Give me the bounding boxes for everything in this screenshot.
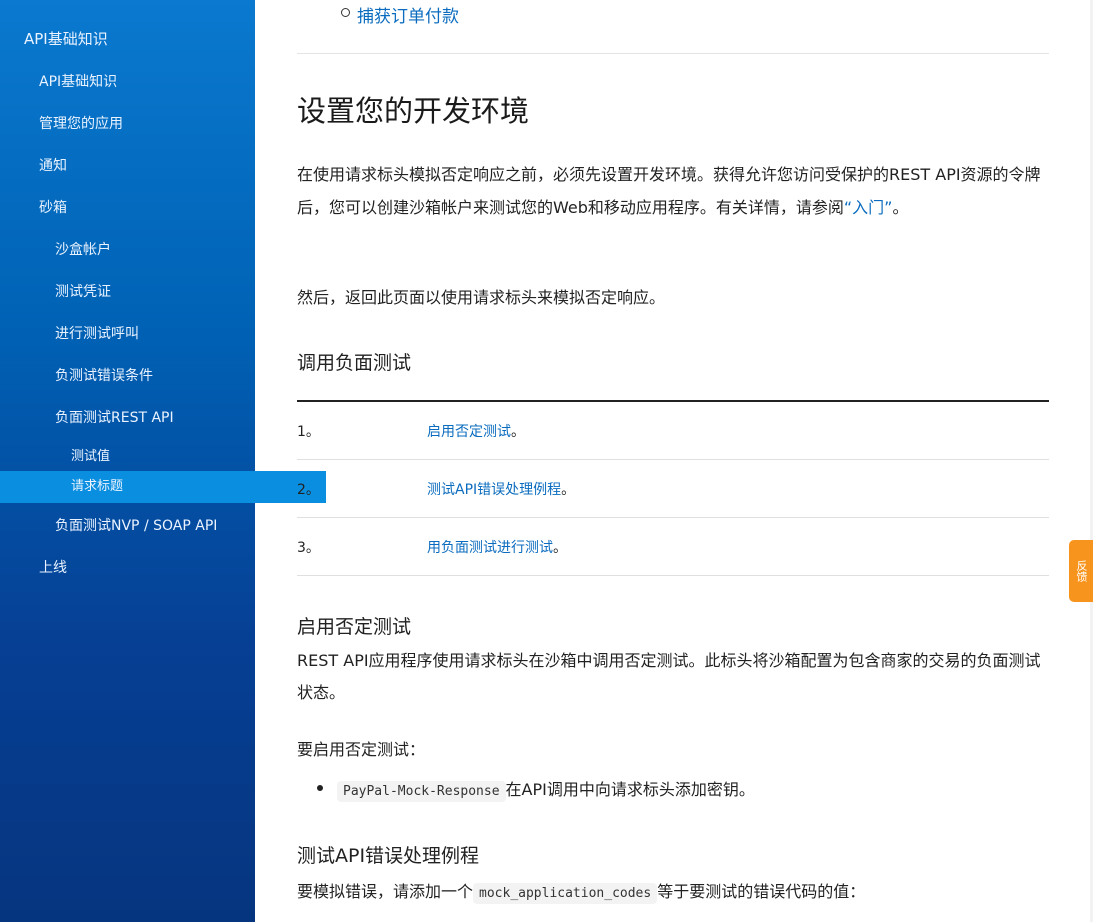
bullet-text: 在API调用中向请求标头添加密钥。 — [505, 780, 755, 799]
intro-text: 在使用请求标头模拟否定响应之前，必须先设置开发环境。获得允许您访问受保护的RES… — [297, 165, 1041, 217]
sidebar-item-label: 测试值 — [71, 449, 111, 464]
sidebar-item-negative-test-rest-api[interactable]: 负面测试REST API — [0, 407, 310, 427]
invoke-heading: 调用负面测试 — [297, 352, 412, 374]
circle-bullet-icon — [341, 8, 350, 17]
sidebar-item-test-credentials[interactable]: 测试凭证 — [0, 281, 310, 301]
sidebar-item-manage-apps[interactable]: 管理您的应用 — [0, 113, 294, 133]
routine-paragraph: 要模拟错误，请添加一个 mock_application_codes 等于要测试的错… — [297, 875, 1049, 910]
intro-paragraph: 在使用请求标头模拟否定响应之前，必须先设置开发环境。获得允许您访问受保护的RES… — [297, 158, 1049, 224]
sidebar-item-go-live[interactable]: 上线 — [0, 557, 294, 577]
steps-table: 1。 启用否定测试。 2。 测试API错误处理例程。 3。 用负面测试进行测试。 — [297, 400, 1049, 576]
enable-heading: 启用否定测试 — [297, 616, 412, 638]
sidebar-item-test-values[interactable]: 测试值 — [0, 445, 326, 464]
sidebar-item-label: 测试凭证 — [55, 284, 111, 300]
sidebar-item-label: 上线 — [39, 560, 67, 576]
sidebar-item-label: 沙盒帐户 — [55, 242, 111, 258]
feedback-button[interactable]: 反馈 — [1069, 540, 1093, 602]
sidebar-item-label: 负面测试NVP / SOAP API — [55, 518, 218, 534]
sidebar-item-label: 通知 — [39, 158, 67, 174]
routine-text: 等于要测试的错误代码的值： — [657, 882, 866, 901]
capture-order-payment-link[interactable]: 捕获订单付款 — [357, 7, 459, 27]
sidebar-item-request-headers[interactable]: 请求标题 — [0, 471, 326, 503]
step-number: 1。 — [297, 401, 427, 460]
page-title: 设置您的开发环境 — [297, 94, 530, 128]
sidebar-item-label: 负测试错误条件 — [55, 368, 153, 384]
step-number: 3。 — [297, 517, 427, 576]
sidebar-item-label: API基础知识 — [39, 74, 118, 90]
enable-description: REST API应用程序使用请求标头在沙箱中调用否定测试。此标头将沙箱配置为包含… — [297, 651, 1041, 702]
list-item: PayPal-Mock-Response 在API调用中向请求标头添加密钥。 — [317, 776, 755, 802]
test-with-negative-testing-link[interactable]: 用负面测试进行测试 — [427, 540, 553, 556]
sidebar-item-label: 进行测试呼叫 — [55, 326, 139, 342]
step-cell: 用负面测试进行测试。 — [427, 517, 1049, 576]
test-error-routines-link[interactable]: 测试API错误处理例程 — [427, 482, 561, 498]
sidebar-item-sandbox-accounts[interactable]: 沙盒帐户 — [0, 239, 310, 259]
sidebar-nav: API基础知识 API基础知识 管理您的应用 通知 砂箱 沙盒帐户 测试凭证 进… — [0, 0, 326, 922]
intro-end: 。 — [892, 198, 909, 217]
list-item: 捕获订单付款 — [341, 2, 459, 27]
sidebar-item-sandbox[interactable]: 砂箱 — [0, 197, 294, 217]
sidebar-item-api-basics[interactable]: API基础知识 — [0, 71, 294, 91]
sidebar-item-notifications[interactable]: 通知 — [0, 155, 294, 175]
code-snippet: PayPal-Mock-Response — [337, 781, 506, 802]
bullet-icon — [317, 785, 323, 791]
sidebar-item-label: 请求标题 — [71, 479, 124, 494]
divider — [297, 53, 1049, 54]
getting-started-link[interactable]: “入门” — [844, 198, 893, 217]
step-number: 2。 — [297, 459, 427, 518]
enable-prompt: 要启用否定测试： — [297, 740, 426, 759]
sidebar-item-test-calls[interactable]: 进行测试呼叫 — [0, 323, 310, 343]
routine-text: 要模拟错误，请添加一个 — [297, 882, 474, 901]
code-snippet: mock_application_codes — [473, 883, 658, 904]
step-suffix: 。 — [553, 539, 567, 556]
table-row: 3。 用负面测试进行测试。 — [297, 517, 1049, 576]
sidebar-item-label: 砂箱 — [39, 200, 67, 216]
step-suffix: 。 — [561, 481, 576, 498]
sidebar-item-label: 管理您的应用 — [39, 116, 123, 132]
enable-negative-testing-link[interactable]: 启用否定测试 — [427, 424, 511, 440]
sidebar-item-label: API基础知识 — [24, 30, 108, 48]
step-cell: 测试API错误处理例程。 — [427, 459, 1049, 518]
step-suffix: 。 — [511, 423, 525, 440]
sidebar-item-api-basics-root[interactable]: API基础知识 — [0, 28, 279, 49]
step-cell: 启用否定测试。 — [427, 401, 1049, 460]
routine-heading: 测试API错误处理例程 — [297, 845, 480, 867]
table-row: 2。 测试API错误处理例程。 — [297, 459, 1049, 518]
sidebar-item-negative-test-conditions[interactable]: 负测试错误条件 — [0, 365, 310, 385]
then-paragraph: 然后，返回此页面以使用请求标头来模拟否定响应。 — [297, 288, 666, 307]
sidebar-item-negative-test-nvp-soap[interactable]: 负面测试NVP / SOAP API — [0, 515, 310, 535]
sidebar-item-label: 负面测试REST API — [55, 410, 174, 426]
table-row: 1。 启用否定测试。 — [297, 401, 1049, 460]
